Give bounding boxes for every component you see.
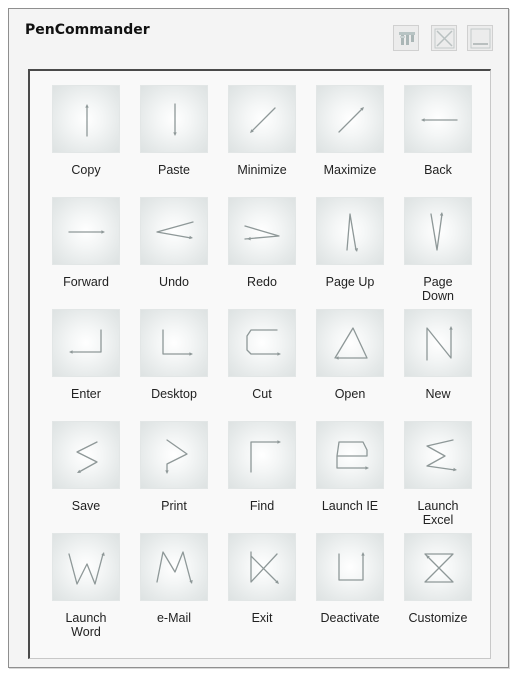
settings-icon <box>399 32 415 45</box>
gesture-label: Launch Excel <box>417 499 459 527</box>
gesture-label: Print <box>161 499 187 513</box>
minimize-icon <box>470 28 491 49</box>
stroke-enter-icon <box>52 309 120 377</box>
gesture-print[interactable]: Print <box>130 421 218 537</box>
gesture-launch-excel[interactable]: Launch Excel <box>394 421 482 537</box>
gesture-enter[interactable]: Enter <box>42 309 130 425</box>
gesture-cut[interactable]: Cut <box>218 309 306 425</box>
gesture-label: Launch Word <box>65 611 107 639</box>
stroke-c-icon <box>228 309 296 377</box>
stroke-m-icon <box>140 533 208 601</box>
gesture-page-down[interactable]: Page Down <box>394 197 482 313</box>
stroke-sigma-icon <box>404 421 472 489</box>
gesture-label: Open <box>334 387 366 401</box>
gesture-label: Back <box>424 163 452 177</box>
minimize-button[interactable] <box>467 25 493 51</box>
stroke-greater-than-icon <box>228 197 296 265</box>
close-icon <box>434 28 455 49</box>
gesture-label: Cut <box>252 387 272 401</box>
gesture-label: Deactivate <box>320 611 380 625</box>
gesture-minimize[interactable]: Minimize <box>218 85 306 201</box>
gesture-label: Save <box>71 499 101 513</box>
stroke-w-icon <box>52 533 120 601</box>
stroke-right-icon <box>52 197 120 265</box>
pencommander-window: PenCommander Copy Paste Minimize Maximiz… <box>8 8 509 668</box>
title-bar: PenCommander <box>9 9 508 67</box>
window-title: PenCommander <box>25 22 150 38</box>
stroke-down-left-icon <box>228 85 296 153</box>
stroke-f-icon <box>228 421 296 489</box>
gesture-label: Forward <box>63 275 109 289</box>
stroke-v-icon <box>404 197 472 265</box>
gesture-find[interactable]: Find <box>218 421 306 537</box>
gesture-paste[interactable]: Paste <box>130 85 218 201</box>
gesture-label: Copy <box>71 163 101 177</box>
gesture-label: Desktop <box>151 387 197 401</box>
gesture-label: Undo <box>159 275 189 289</box>
gesture-label: Page Down <box>422 275 454 303</box>
stroke-caret-up-icon <box>316 197 384 265</box>
gesture-label: Redo <box>247 275 277 289</box>
stroke-u-icon <box>316 533 384 601</box>
gesture-page-up[interactable]: Page Up <box>306 197 394 313</box>
gesture-label: Maximize <box>323 163 377 177</box>
gesture-label: Enter <box>71 387 101 401</box>
gesture-save[interactable]: Save <box>42 421 130 537</box>
gesture-label: New <box>425 387 451 401</box>
stroke-n-icon <box>404 309 472 377</box>
gesture-deactivate[interactable]: Deactivate <box>306 533 394 649</box>
gesture-open[interactable]: Open <box>306 309 394 425</box>
gesture-label: Customize <box>408 611 468 625</box>
gesture-launch-word[interactable]: Launch Word <box>42 533 130 649</box>
settings-button[interactable] <box>393 25 419 51</box>
stroke-s-icon <box>52 421 120 489</box>
gesture-label: Exit <box>251 611 273 625</box>
gesture-back[interactable]: Back <box>394 85 482 201</box>
stroke-l-icon <box>140 309 208 377</box>
stroke-less-than-icon <box>140 197 208 265</box>
gesture-exit[interactable]: Exit <box>218 533 306 649</box>
gesture-desktop[interactable]: Desktop <box>130 309 218 425</box>
stroke-down-icon <box>140 85 208 153</box>
stroke-x-icon <box>228 533 296 601</box>
gesture-label: Page Up <box>325 275 375 289</box>
gesture-e-mail[interactable]: e-Mail <box>130 533 218 649</box>
gesture-new[interactable]: New <box>394 309 482 425</box>
stroke-up-icon <box>52 85 120 153</box>
gesture-redo[interactable]: Redo <box>218 197 306 313</box>
gesture-maximize[interactable]: Maximize <box>306 85 394 201</box>
stroke-e-icon <box>316 421 384 489</box>
gesture-undo[interactable]: Undo <box>130 197 218 313</box>
gesture-label: Paste <box>158 163 190 177</box>
gesture-label: Launch IE <box>321 499 379 513</box>
gesture-label: Find <box>249 499 275 513</box>
gesture-label: Minimize <box>237 163 287 177</box>
close-button[interactable] <box>431 25 457 51</box>
gesture-forward[interactable]: Forward <box>42 197 130 313</box>
stroke-up-right-icon <box>316 85 384 153</box>
gesture-customize[interactable]: Customize <box>394 533 482 649</box>
stroke-left-icon <box>404 85 472 153</box>
gesture-copy[interactable]: Copy <box>42 85 130 201</box>
stroke-hourglass-icon <box>404 533 472 601</box>
gesture-launch-ie[interactable]: Launch IE <box>306 421 394 537</box>
stroke-triangle-icon <box>316 309 384 377</box>
stroke-p-icon <box>140 421 208 489</box>
gesture-panel: Copy Paste Minimize Maximize Back Forward Undo… <box>28 69 491 659</box>
gesture-label: e-Mail <box>156 611 192 625</box>
